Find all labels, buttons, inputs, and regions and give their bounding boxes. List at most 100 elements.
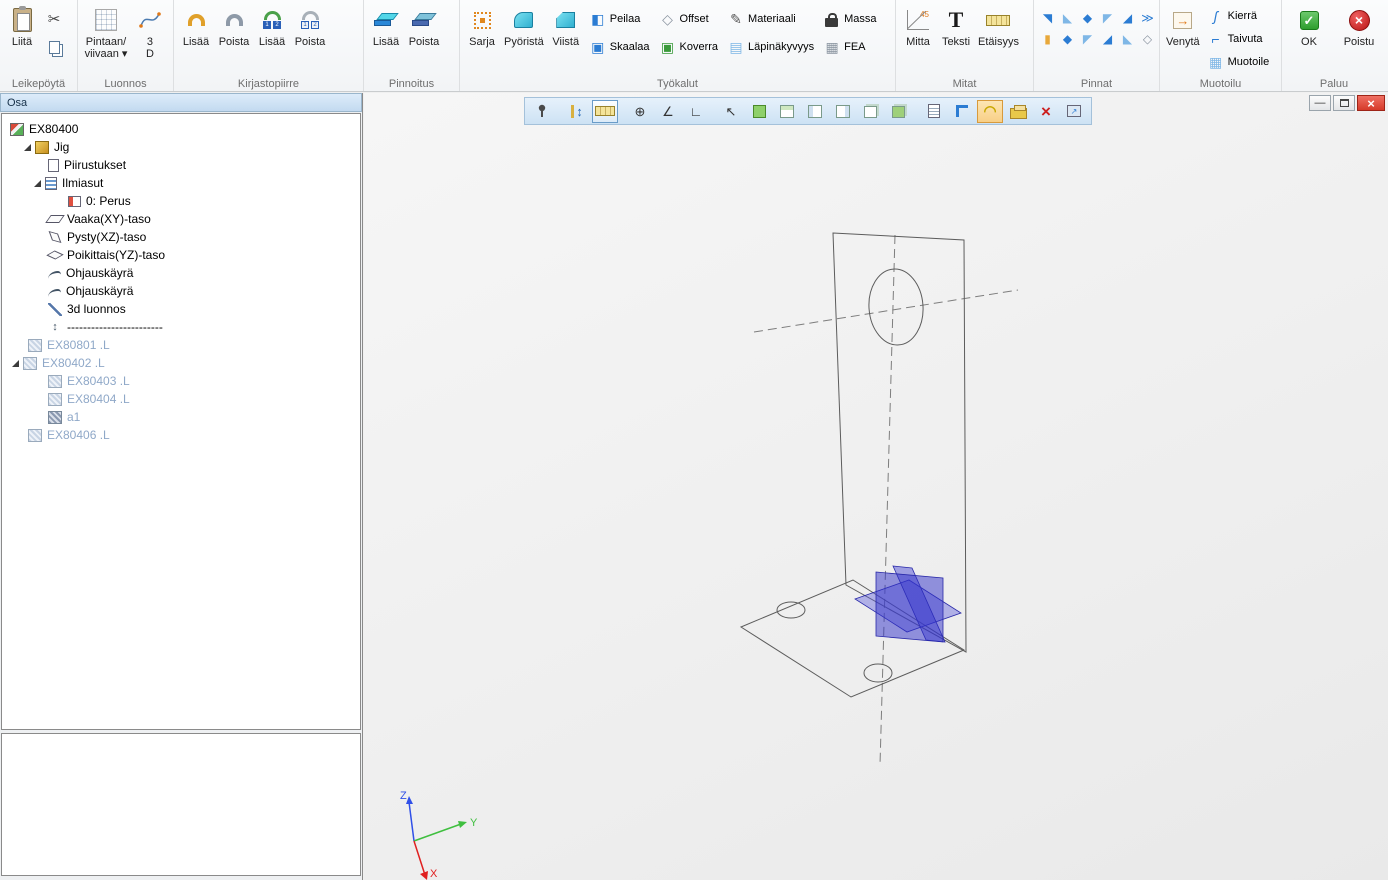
tree-item-separator[interactable]: ↕ ------------------------	[2, 318, 360, 336]
paste-icon	[13, 8, 32, 32]
view-iso-shaded-button[interactable]	[886, 100, 912, 123]
offset-button[interactable]: ◇ Offset	[656, 6, 723, 32]
surface-tool-8-button[interactable]: ◆	[1058, 30, 1077, 49]
surface-tool-10-button[interactable]: ◢	[1098, 30, 1117, 49]
library-add-numbered-button[interactable]: 1 2 Lisää	[254, 3, 290, 74]
library-remove-button[interactable]: Poista	[216, 3, 252, 74]
feature-list-button[interactable]	[921, 100, 947, 123]
exit-button[interactable]: × Poistu	[1341, 3, 1377, 74]
bend-button[interactable]: ⌐ Taivuta	[1204, 28, 1274, 50]
distance-button[interactable]: Etäisyys	[976, 3, 1021, 74]
tree-item-ex80403[interactable]: EX80403 .L	[2, 372, 360, 390]
tree-item-instances[interactable]: Ilmiasut	[2, 174, 360, 192]
surface-tool-icon: ◢	[1103, 33, 1112, 45]
tree-item-ex80404[interactable]: EX80404 .L	[2, 390, 360, 408]
tree-item-xy-plane[interactable]: Vaaka(XY)-taso	[2, 210, 360, 228]
tree-item-guide-curve-1[interactable]: Ohjauskäyrä	[2, 264, 360, 282]
material-button[interactable]: ✎ Materiaali	[724, 6, 818, 32]
tree-item-base-instance[interactable]: 0: Perus	[2, 192, 360, 210]
surface-tool-4-button[interactable]: ◤	[1098, 9, 1117, 28]
expand-arrow-icon[interactable]	[24, 144, 31, 151]
copy-surface-button[interactable]	[949, 100, 975, 123]
tree-item-ex80801[interactable]: EX80801 .L	[2, 336, 360, 354]
view-top-button[interactable]	[774, 100, 800, 123]
library-remove-numbered-button[interactable]: 1 2 Poista	[292, 3, 328, 74]
tree-item-label: EX80801 .L	[47, 338, 110, 352]
expand-arrow-icon[interactable]	[12, 360, 19, 367]
measure-height-button[interactable]: ↕	[564, 100, 590, 123]
tree-item-xz-plane[interactable]: Pysty(XZ)-taso	[2, 228, 360, 246]
surface-tool-1-button[interactable]: ◥	[1038, 9, 1057, 28]
surface-tool-9-button[interactable]: ◤	[1078, 30, 1097, 49]
surface-tool-6-button[interactable]: ≫	[1138, 9, 1157, 28]
fea-button[interactable]: ▦ FEA	[820, 34, 880, 60]
viewport-3d[interactable]: Z Y X ↕ ⊕ ∠ ∟ ↖	[364, 93, 1388, 880]
view-side-button[interactable]	[830, 100, 856, 123]
tree-item-3d-sketch[interactable]: 3d luonnos	[2, 300, 360, 318]
library-number-badges-outline: 1 2	[301, 21, 319, 29]
ok-button[interactable]: ✓ OK	[1291, 3, 1327, 74]
surface-tool-3-button[interactable]: ◆	[1078, 9, 1097, 28]
measure-ruler-button[interactable]	[592, 100, 618, 123]
plotter-icon	[1010, 108, 1027, 119]
export-view-button[interactable]: ↗	[1061, 100, 1087, 123]
distance-label: Etäisyys	[978, 36, 1019, 48]
surface-tool-2-button[interactable]: ◣	[1058, 9, 1077, 28]
tree-item-a1[interactable]: a1	[2, 408, 360, 426]
sketch-3d-button[interactable]: 3 D	[132, 3, 168, 74]
tree-item-label: EX80402 .L	[42, 356, 105, 370]
hollow-button[interactable]: ▣ Koverra	[656, 34, 723, 60]
coating-remove-button[interactable]: Poista	[406, 3, 442, 74]
paste-button[interactable]: Liitä	[4, 3, 40, 74]
surface-tool-12-button[interactable]: ◇	[1138, 30, 1157, 49]
surface-tool-11-button[interactable]: ◣	[1118, 30, 1137, 49]
twist-button[interactable]: ʃ Kierrä	[1204, 5, 1274, 27]
shape-button[interactable]: ▦ Muotoile	[1204, 51, 1274, 73]
tree-item-yz-plane[interactable]: Poikittais(YZ)-taso	[2, 246, 360, 264]
view-iso-button[interactable]	[858, 100, 884, 123]
stretch-button[interactable]: → Venytä	[1164, 3, 1202, 74]
tree-item-guide-curve-2[interactable]: Ohjauskäyrä	[2, 282, 360, 300]
scale-button[interactable]: ▣ Skaalaa	[586, 34, 654, 60]
tree-item-ex80400[interactable]: EX80400	[2, 120, 360, 138]
surface-tool-7-button[interactable]: ▮	[1038, 30, 1057, 49]
surface-tool-5-button[interactable]: ◢	[1118, 9, 1137, 28]
expand-arrow-icon[interactable]	[34, 180, 41, 187]
snap-node-button[interactable]: ⊕	[627, 100, 653, 123]
tree-item-drawings[interactable]: Piirustukset	[2, 156, 360, 174]
chamfer-button[interactable]: Viistä	[548, 3, 584, 74]
library-add-button[interactable]: Lisää	[178, 3, 214, 74]
transparency-button[interactable]: ▤ Läpinäkyvyys	[724, 34, 818, 60]
text-button[interactable]: T Teksti	[938, 3, 974, 74]
group-label-sketch: Luonnos	[78, 78, 173, 90]
tree-item-jig[interactable]: Jig	[2, 138, 360, 156]
curved-surface-button[interactable]: ◠	[977, 100, 1003, 123]
tree-item-ex80402[interactable]: EX80402 .L	[2, 354, 360, 372]
snap-angle-icon: ∠	[662, 105, 674, 118]
mass-icon	[825, 18, 838, 27]
maximize-button[interactable]	[1333, 95, 1355, 111]
fillet-button[interactable]: Pyöristä	[502, 3, 546, 74]
shape-grid-icon: ▦	[1208, 54, 1224, 71]
coating-add-button[interactable]: Lisää	[368, 3, 404, 74]
mass-button[interactable]: Massa	[820, 6, 880, 32]
sketch-on-surface-button[interactable]: Pintaan/ viivaan ▾	[82, 3, 130, 74]
cut-button[interactable]: ✂	[42, 7, 66, 31]
close-button[interactable]: ×	[1357, 95, 1385, 111]
tree-item-ex80406[interactable]: EX80406 .L	[2, 426, 360, 444]
series-button[interactable]: Sarja	[464, 3, 500, 74]
plot-button[interactable]	[1005, 100, 1031, 123]
snap-angle-button[interactable]: ∠	[655, 100, 681, 123]
model-canvas[interactable]: Z Y X	[364, 93, 1388, 880]
shade-toggle-button[interactable]	[746, 100, 772, 123]
copy-button[interactable]	[42, 35, 66, 59]
library-add-numbered-label: Lisää	[259, 36, 285, 48]
pin-button[interactable]	[529, 100, 555, 123]
delete-surface-button[interactable]: ×	[1033, 100, 1059, 123]
snap-perpendicular-button[interactable]: ∟	[683, 100, 709, 123]
select-filter-button[interactable]: ↖	[718, 100, 744, 123]
dimension-button[interactable]: 45 Mitta	[900, 3, 936, 74]
minimize-button[interactable]: —	[1309, 95, 1331, 111]
view-front-button[interactable]	[802, 100, 828, 123]
mirror-button[interactable]: ◧ Peilaa	[586, 6, 654, 32]
